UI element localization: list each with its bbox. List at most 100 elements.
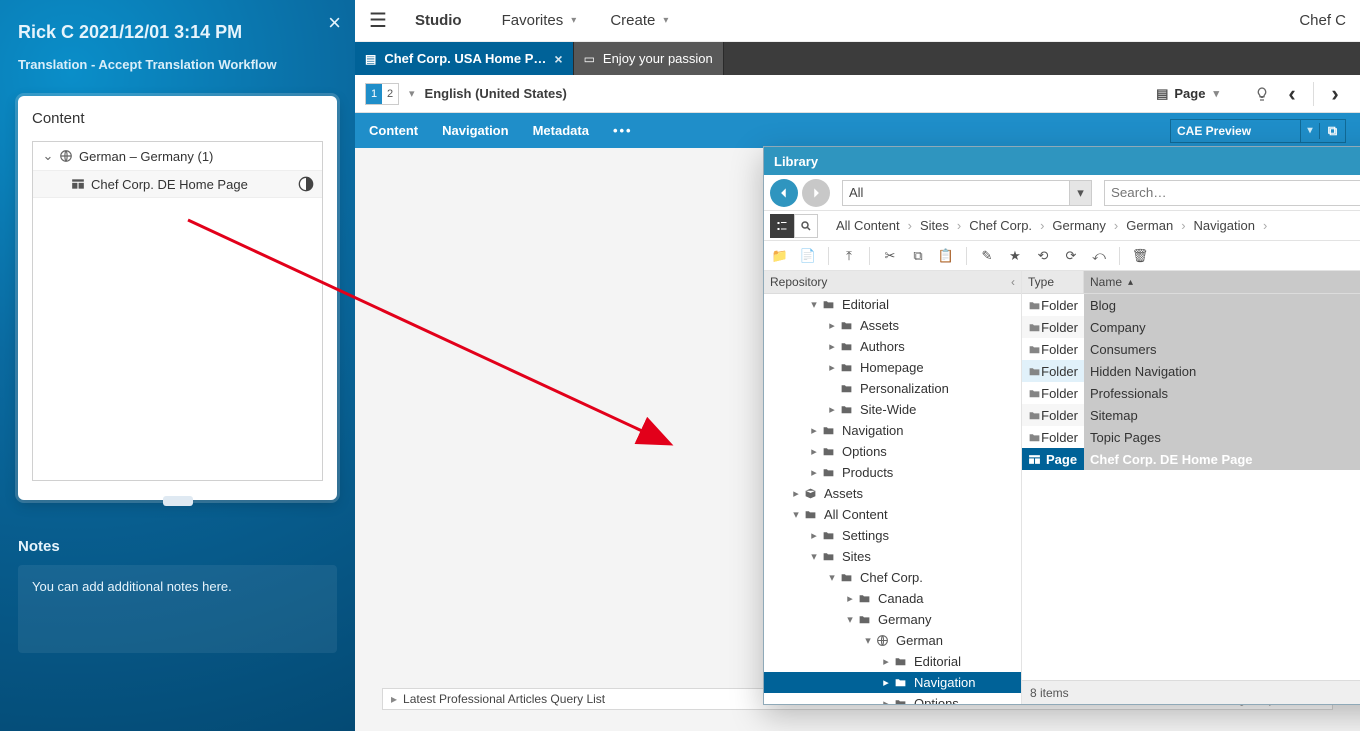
view-switch[interactable]: 1 2 [365, 83, 399, 105]
tree-toggle[interactable] [770, 214, 794, 238]
card-handle[interactable] [163, 496, 193, 506]
search-input[interactable] [1104, 180, 1360, 206]
expand-icon[interactable]: ▸ [824, 403, 840, 416]
expand-icon[interactable]: ▸ [806, 529, 822, 542]
menu-icon[interactable]: ☰ [369, 8, 387, 33]
tree-node[interactable]: ▸Assets [764, 483, 1021, 504]
tree-node[interactable]: ▾ Chef Corp. [764, 567, 1021, 588]
copy-icon[interactable]: ⧉ [908, 248, 928, 264]
upload-icon[interactable]: ⤒ [839, 248, 859, 264]
lightbulb-icon[interactable] [1247, 80, 1277, 108]
breadcrumb[interactable]: German [1118, 218, 1181, 233]
search-toggle[interactable] [794, 214, 818, 238]
tree-node[interactable]: ▸Navigation [764, 420, 1021, 441]
menu-favorites[interactable]: Favorites▾ [502, 12, 577, 29]
tree-node[interactable]: ▾German [764, 630, 1021, 651]
expand-icon[interactable]: ▾ [860, 634, 876, 647]
delete-icon[interactable]: 🗑 [1130, 248, 1150, 264]
tree-node[interactable]: ▸Homepage [764, 357, 1021, 378]
popout-icon[interactable]: ⧉ [1319, 123, 1345, 139]
subnav-metadata[interactable]: Metadata [533, 123, 589, 138]
next-button[interactable]: › [1320, 80, 1350, 108]
user-label[interactable]: Chef C [1299, 12, 1346, 29]
sync-icon[interactable]: ⟳ [1061, 248, 1081, 264]
tree-node[interactable]: ▾Sites [764, 546, 1021, 567]
table-row[interactable]: FolderBlog2021/12/01 5:13 … [1022, 294, 1360, 316]
tree-item-row[interactable]: Chef Corp. DE Home Page [33, 170, 322, 198]
close-icon[interactable]: × [554, 51, 562, 67]
prev-button[interactable]: ‹ [1277, 80, 1307, 108]
table-row[interactable]: FolderProfessionals2021/12/01 5:13 … [1022, 382, 1360, 404]
expand-icon[interactable]: ▾ [824, 571, 840, 584]
expand-icon[interactable]: ▸ [806, 424, 822, 437]
tree-node[interactable]: ▸Options [764, 441, 1021, 462]
tree-node[interactable]: ▾All Content [764, 504, 1021, 525]
tree-node[interactable]: ▸Products [764, 462, 1021, 483]
expand-icon[interactable]: ▸ [878, 697, 894, 704]
subnav-navigation[interactable]: Navigation [442, 123, 508, 138]
table-row[interactable]: FolderSitemap2021/12/01 5:13 … [1022, 404, 1360, 426]
expand-icon[interactable]: ▸ [824, 340, 840, 353]
expand-icon[interactable]: ▸ [824, 361, 840, 374]
new-doc-icon[interactable]: 📄 [798, 248, 818, 264]
expand-icon[interactable]: ▸ [842, 592, 858, 605]
expand-icon[interactable]: ▾ [788, 508, 804, 521]
th-type[interactable]: Type [1022, 271, 1084, 293]
tree-node[interactable]: ▸Options [764, 693, 1021, 704]
tree-node[interactable]: ▾Editorial [764, 294, 1021, 315]
collapse-icon[interactable]: ‹ [1011, 275, 1015, 289]
breadcrumb[interactable]: All Content [828, 218, 908, 233]
close-icon[interactable]: × [328, 10, 341, 36]
tree-node[interactable]: ▸Assets [764, 315, 1021, 336]
expand-icon[interactable]: ▾ [806, 550, 822, 563]
notes-box[interactable]: You can add additional notes here. [18, 565, 337, 653]
tree-node[interactable]: ▸Canada [764, 588, 1021, 609]
expand-icon[interactable]: ▸ [806, 466, 822, 479]
th-name[interactable]: Name▴ [1084, 271, 1360, 293]
cut-icon[interactable]: ✂ [880, 248, 900, 264]
breadcrumb[interactable]: Sites [912, 218, 957, 233]
expand-icon[interactable]: ▸ [788, 487, 804, 500]
tree-node[interactable]: ▸Authors [764, 336, 1021, 357]
table-row[interactable]: FolderConsumers2021/12/01 5:13 … [1022, 338, 1360, 360]
breadcrumb[interactable]: Germany [1044, 218, 1113, 233]
tree-node[interactable]: Personalization [764, 378, 1021, 399]
menu-create[interactable]: Create▾ [610, 12, 668, 29]
page-type-picker[interactable]: ▤ Page ▾ [1156, 86, 1229, 102]
filter-combo[interactable]: All ▾ [842, 180, 1092, 206]
tree-node[interactable]: ▸Settings [764, 525, 1021, 546]
subnav-more[interactable]: ••• [613, 123, 633, 138]
tree-node[interactable]: ▸Site-Wide [764, 399, 1021, 420]
back-button[interactable] [770, 179, 798, 207]
tree-node[interactable]: ▸Editorial [764, 651, 1021, 672]
paste-icon[interactable]: 📋 [936, 248, 956, 264]
table-row[interactable]: PageChef Corp. DE Home Page2021/12/01 5:… [1022, 448, 1360, 470]
edit-icon[interactable]: ✎ [977, 248, 997, 264]
new-folder-icon[interactable]: 📁 [770, 248, 790, 264]
table-row[interactable]: FolderTopic Pages2021/12/01 5:13 … [1022, 426, 1360, 448]
tree-node-label: Chef Corp. [858, 570, 923, 585]
breadcrumb[interactable]: Chef Corp. [961, 218, 1040, 233]
breadcrumb[interactable]: Navigation [1186, 218, 1263, 233]
tree-node[interactable]: ▾Germany [764, 609, 1021, 630]
tree-node[interactable]: ▸Navigation [764, 672, 1021, 693]
expand-icon[interactable]: ▸ [806, 445, 822, 458]
expand-icon[interactable]: ▾ [842, 613, 858, 626]
forward-button[interactable] [802, 179, 830, 207]
tab-document-1[interactable]: ▤ Chef Corp. USA Home P… × [355, 42, 574, 75]
expand-icon[interactable]: ▸ [878, 655, 894, 668]
expand-icon[interactable]: ▸ [824, 319, 840, 332]
subnav-content[interactable]: Content [369, 123, 418, 138]
expand-icon[interactable]: ▸ [878, 676, 894, 689]
library-titlebar[interactable]: Library ✕ [764, 147, 1360, 175]
withdraw-icon[interactable]: ⤺ [1089, 248, 1109, 264]
refresh-icon[interactable]: ⟲ [1033, 248, 1053, 264]
tab-document-2[interactable]: ▭ Enjoy your passion [574, 42, 724, 75]
chevron-down-icon[interactable]: ▾ [409, 87, 415, 100]
cae-preview-select[interactable]: CAE Preview ▾ ⧉ [1170, 119, 1346, 143]
bookmark-icon[interactable]: ★ [1005, 248, 1025, 264]
tree-group-row[interactable]: ⌄ German – Germany (1) [33, 142, 322, 170]
table-row[interactable]: FolderCompany2021/12/01 5:13 … [1022, 316, 1360, 338]
table-row[interactable]: FolderHidden Navigation2021/12/01 5:13 … [1022, 360, 1360, 382]
expand-icon[interactable]: ▾ [806, 298, 822, 311]
